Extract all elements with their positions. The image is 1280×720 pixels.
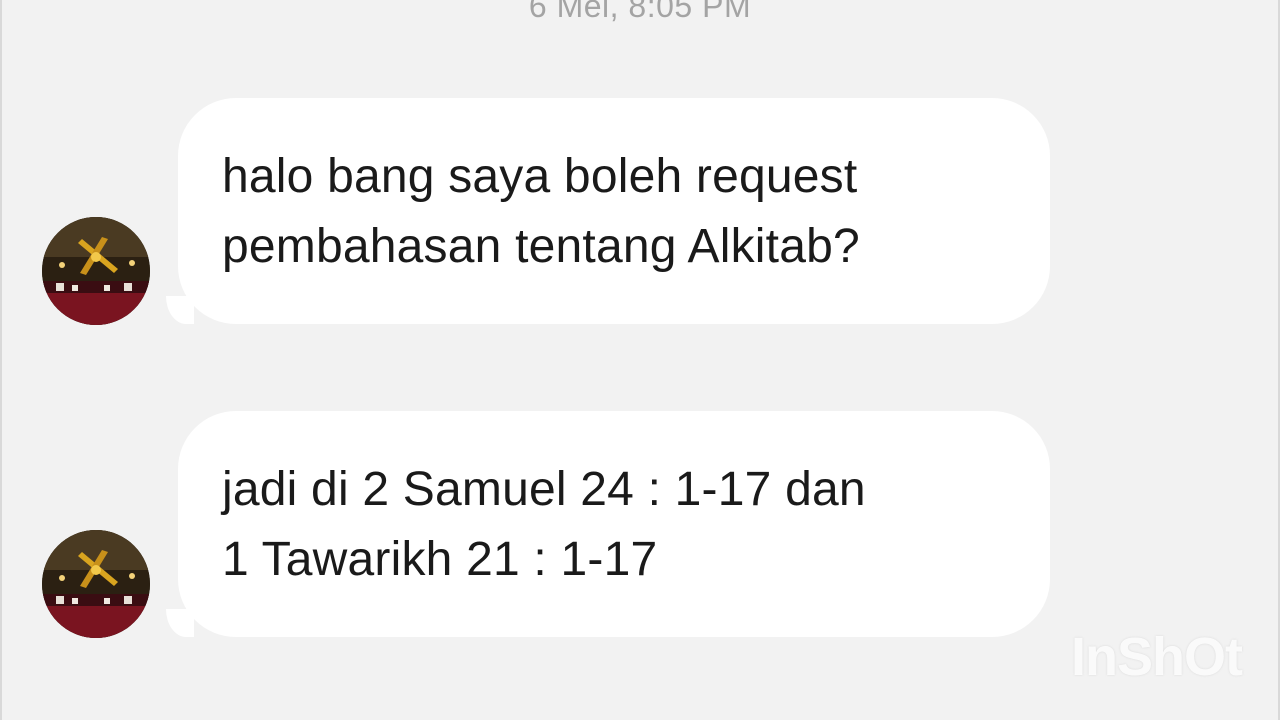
message-bubble[interactable]: jadi di 2 Samuel 24 : 1-17 dan 1 Tawarik… — [178, 411, 1050, 637]
message-bubble[interactable]: halo bang saya boleh request pembahasan … — [178, 98, 1050, 324]
screen-left-edge — [0, 0, 2, 720]
message-text-line-2: 1 Tawarikh 21 : 1-17 — [222, 533, 658, 586]
message-text-line-1: halo bang saya boleh request — [222, 150, 858, 203]
message-text-line-1: jadi di 2 Samuel 24 : 1-17 dan — [222, 463, 866, 516]
inshot-watermark: InShOt — [1071, 627, 1243, 687]
avatar-image-icon — [42, 530, 150, 638]
bubble-tail — [166, 296, 194, 324]
bubble-tail — [166, 609, 194, 637]
sender-avatar[interactable] — [42, 530, 150, 638]
message-text-line-2: pembahasan tentang Alkitab? — [222, 220, 860, 273]
message-timestamp: 6 Mei, 8:05 PM — [528, 0, 752, 24]
avatar-image-icon — [42, 217, 150, 325]
chat-screen: 6 Mei, 8:05 PM halo bang saya boleh requ… — [0, 0, 1280, 720]
sender-avatar[interactable] — [42, 217, 150, 325]
